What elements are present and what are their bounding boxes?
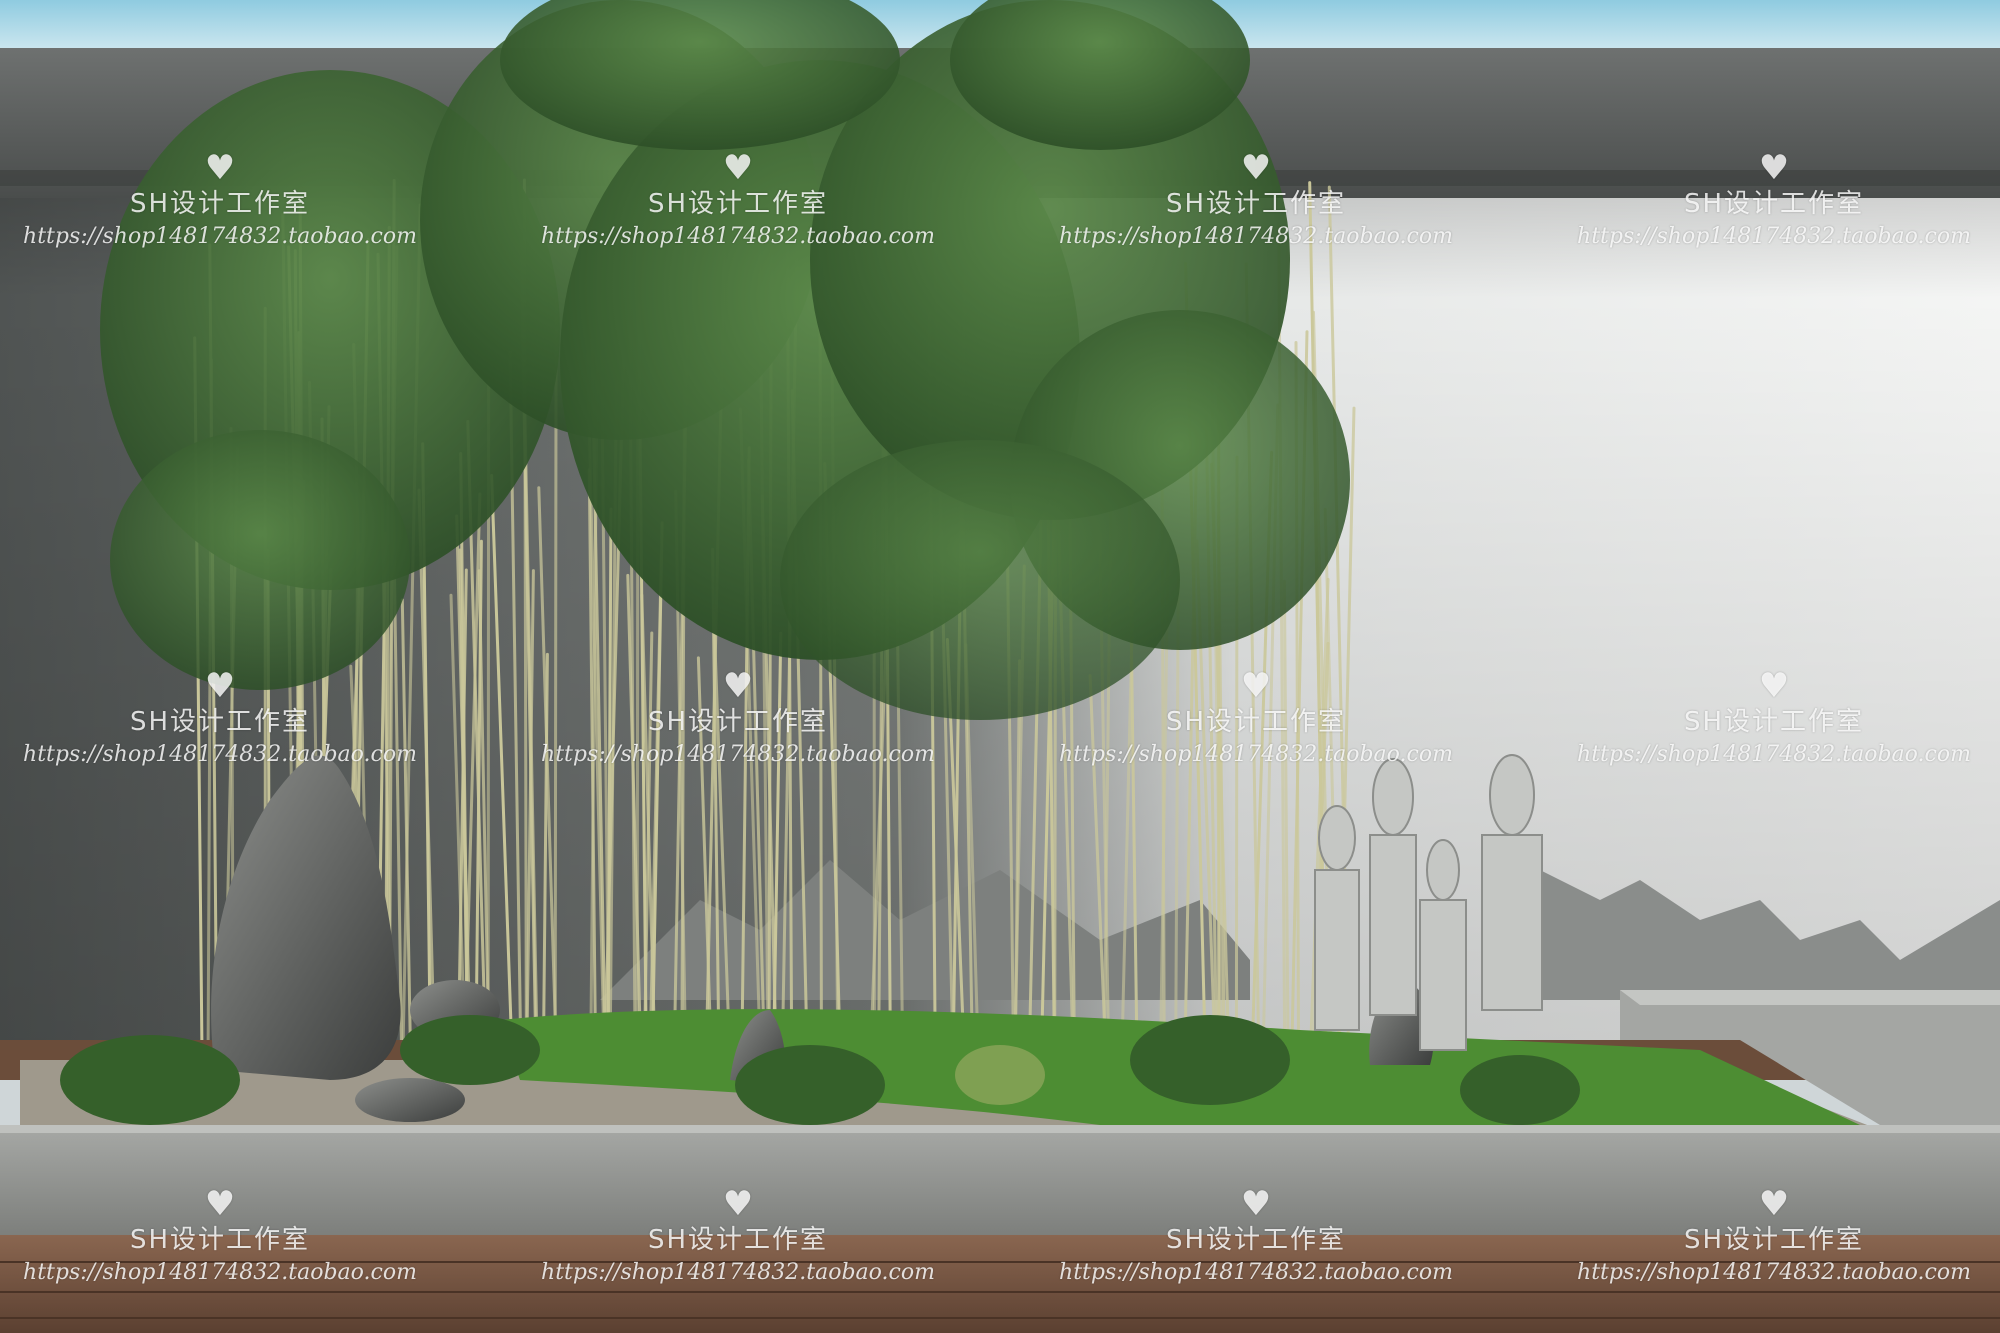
bamboo-foliage bbox=[100, 0, 1350, 720]
flat-rock bbox=[355, 1078, 465, 1122]
garden-scene bbox=[0, 0, 2000, 1333]
planter-curb bbox=[0, 1125, 2000, 1235]
